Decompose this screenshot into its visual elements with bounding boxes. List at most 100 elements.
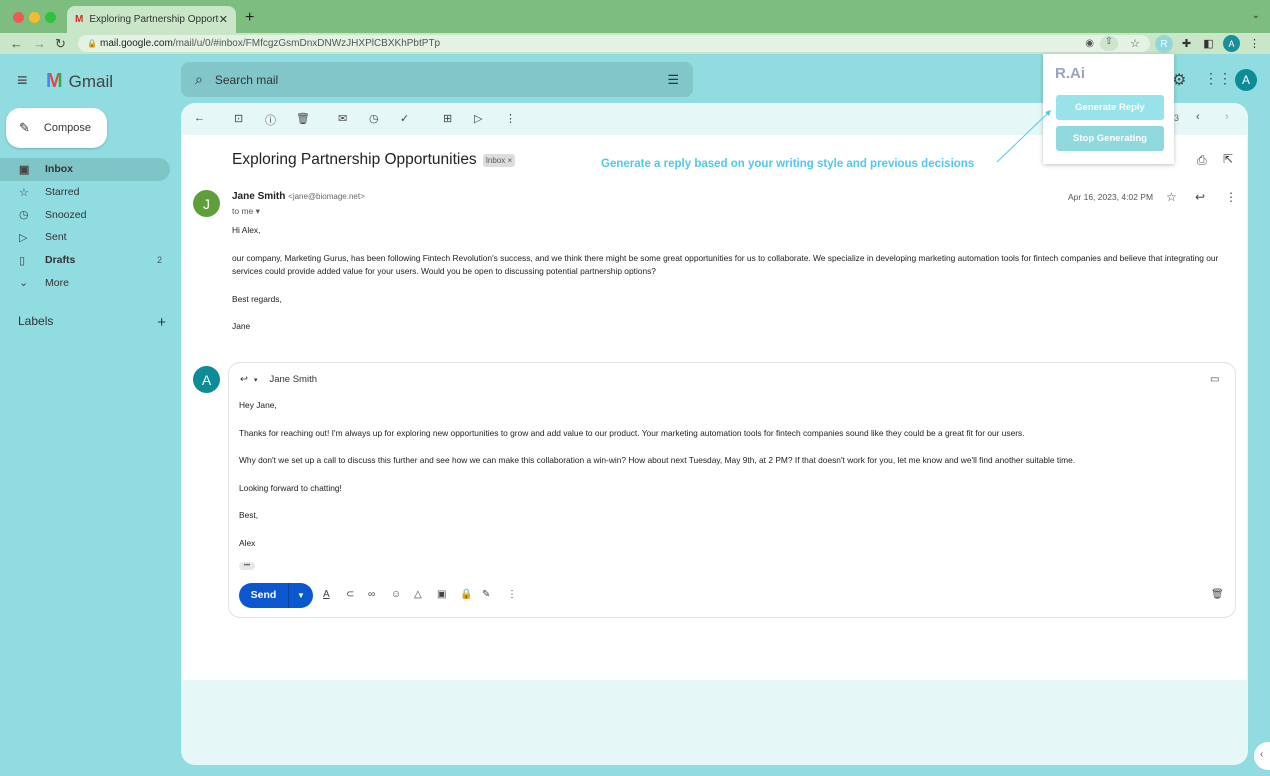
sidebar-item-inbox[interactable]: ▣ Inbox bbox=[0, 158, 170, 181]
tab-list-chevron-icon[interactable]: ⌄ bbox=[1252, 10, 1260, 21]
add-label-icon[interactable]: + bbox=[157, 314, 166, 331]
account-avatar[interactable]: A bbox=[1235, 69, 1257, 91]
reply-type-dropdown-icon[interactable]: ▾ bbox=[254, 376, 258, 385]
nav-label: Snoozed bbox=[45, 208, 87, 221]
recipient-details[interactable]: to me ▾ bbox=[232, 206, 260, 217]
body-paragraph: Hi Alex, bbox=[232, 225, 261, 235]
maximize-window-button[interactable] bbox=[45, 12, 56, 23]
eye-icon[interactable]: ◉ bbox=[1085, 38, 1094, 49]
insert-link-icon[interactable]: ∞ bbox=[368, 589, 375, 600]
nav-label: Drafts bbox=[45, 254, 76, 267]
search-input[interactable]: Search mail bbox=[215, 73, 668, 87]
rai-extension-icon[interactable]: R bbox=[1155, 35, 1173, 53]
reply-recipient[interactable]: Jane Smith bbox=[269, 374, 317, 385]
extension-badge: R bbox=[1158, 38, 1170, 50]
send-icon: ▷ bbox=[19, 231, 28, 244]
sidebar-item-sent[interactable]: ▷ Sent bbox=[0, 226, 170, 249]
close-tab-icon[interactable]: ✕ bbox=[219, 13, 228, 26]
sender-name[interactable]: Jane Smith bbox=[232, 191, 285, 202]
browser-tab[interactable]: M Exploring Partnership Opportunities ✕ bbox=[67, 6, 236, 33]
close-window-button[interactable] bbox=[13, 12, 24, 23]
snooze-icon[interactable]: ◷ bbox=[369, 112, 379, 125]
inbox-label-badge[interactable]: Inbox × bbox=[482, 153, 516, 167]
print-icon[interactable]: ⎙ bbox=[1197, 153, 1207, 168]
forward-icon[interactable]: → bbox=[33, 36, 46, 51]
reply-paragraph: Looking forward to chatting! bbox=[239, 482, 342, 493]
show-side-panel-button[interactable]: ‹ bbox=[1254, 742, 1270, 770]
nav-label: Starred bbox=[45, 186, 80, 199]
sidebar-item-more[interactable]: ⌄ More bbox=[0, 271, 170, 294]
labels-heading: Labels bbox=[18, 314, 54, 328]
extensions-puzzle-icon[interactable]: ✚ bbox=[1178, 35, 1195, 52]
body-paragraph: Jane bbox=[232, 321, 251, 332]
reply-icon[interactable]: ↩ bbox=[1195, 190, 1205, 204]
sender-line: Jane Smith <jane@biomage.net> bbox=[232, 191, 365, 202]
reload-icon[interactable]: ↻ bbox=[55, 36, 66, 52]
mark-unread-icon[interactable]: ✉ bbox=[338, 112, 347, 125]
star-message-icon[interactable]: ☆ bbox=[1166, 190, 1177, 204]
share-icon[interactable]: ⇧ bbox=[1100, 36, 1118, 51]
report-spam-icon[interactable]: ⓘ bbox=[265, 112, 276, 128]
settings-gear-icon[interactable]: ⚙ bbox=[1172, 70, 1186, 90]
body-paragraph: our company, Marketing Gurus, has been f… bbox=[232, 252, 1219, 277]
send-options-dropdown-icon[interactable]: ▼ bbox=[289, 591, 313, 600]
subject-text: Exploring Partnership Opportunities bbox=[232, 151, 477, 168]
older-icon[interactable]: › bbox=[1225, 111, 1229, 123]
send-button[interactable]: Send bbox=[239, 583, 289, 608]
profile-avatar[interactable]: A bbox=[1223, 35, 1240, 52]
insert-drive-icon[interactable]: △ bbox=[414, 589, 422, 600]
minimize-window-button[interactable] bbox=[29, 12, 40, 23]
show-trimmed-content-button[interactable]: ••• bbox=[239, 562, 255, 570]
reply-body[interactable]: Hey Jane, Thanks for reaching out! I'm a… bbox=[239, 399, 1219, 551]
reply-type-icon[interactable]: ↩ bbox=[240, 374, 248, 385]
nav-label: Inbox bbox=[45, 163, 73, 176]
insert-emoji-icon[interactable]: ☺ bbox=[391, 589, 401, 600]
stop-generating-button[interactable]: Stop Generating bbox=[1056, 126, 1164, 151]
search-icon[interactable]: ⌕ bbox=[195, 71, 203, 88]
delete-icon[interactable]: 🗑 bbox=[296, 112, 310, 125]
attach-file-icon[interactable]: ⊂ bbox=[346, 589, 354, 600]
sender-email: <jane@biomage.net> bbox=[288, 192, 365, 201]
discard-draft-icon[interactable]: 🗑 bbox=[1211, 589, 1224, 600]
message-more-icon[interactable]: ⋮ bbox=[1225, 190, 1237, 204]
confidential-mode-icon[interactable]: 🔒 bbox=[460, 589, 472, 600]
annotation-arrow bbox=[996, 110, 1051, 163]
gmail-m-icon: M bbox=[46, 70, 63, 92]
main-menu-icon[interactable]: ≡ bbox=[17, 70, 28, 91]
back-icon[interactable]: ← bbox=[10, 36, 23, 51]
back-to-inbox-icon[interactable]: ← bbox=[194, 112, 205, 124]
reply-avatar: A bbox=[193, 366, 220, 393]
formatting-options-icon[interactable]: A bbox=[323, 589, 330, 600]
search-options-icon[interactable]: ☰ bbox=[667, 72, 679, 88]
newer-icon[interactable]: ‹ bbox=[1196, 111, 1200, 123]
sidebar-item-drafts[interactable]: ▯ Drafts 2 bbox=[0, 249, 170, 272]
search-bar[interactable]: ⌕ Search mail ☰ bbox=[181, 62, 693, 97]
new-tab-button[interactable]: + bbox=[245, 9, 254, 27]
generate-reply-button[interactable]: Generate Reply bbox=[1056, 95, 1164, 120]
pop-out-icon[interactable]: ▭ bbox=[1210, 374, 1219, 385]
url-field[interactable]: 🔒 mail.google.com/mail/u/0/#inbox/FMfcgz… bbox=[78, 35, 1150, 52]
more-options-icon[interactable]: ⋮ bbox=[505, 112, 516, 125]
gmail-logo[interactable]: M Gmail bbox=[46, 70, 113, 93]
browser-menu-icon[interactable]: ⋮ bbox=[1246, 35, 1263, 52]
email-body: Hi Alex, our company, Marketing Gurus, h… bbox=[232, 224, 1222, 334]
more-compose-options-icon[interactable]: ⋮ bbox=[507, 589, 517, 600]
rai-extension-popup: R.Ai Generate Reply Stop Generating bbox=[1043, 54, 1174, 164]
move-to-icon[interactable]: ⊞ bbox=[443, 112, 452, 125]
details-dropdown-icon[interactable]: ▾ bbox=[256, 206, 260, 216]
inbox-icon: ▣ bbox=[19, 163, 30, 176]
browser-tab-bar: M Exploring Partnership Opportunities ✕ … bbox=[0, 0, 1270, 33]
sidebar-item-starred[interactable]: ☆ Starred bbox=[0, 181, 170, 204]
to-line: to me bbox=[232, 206, 254, 216]
side-panel-icon[interactable]: ◧ bbox=[1200, 35, 1217, 52]
apps-grid-icon[interactable]: ⋮⋮ bbox=[1204, 70, 1232, 87]
insert-signature-icon[interactable]: ✎ bbox=[482, 589, 490, 600]
label-icon[interactable]: ▷ bbox=[474, 112, 482, 125]
compose-button[interactable]: ✎ Compose bbox=[6, 108, 107, 148]
sidebar-item-snoozed[interactable]: ◷ Snoozed bbox=[0, 203, 170, 226]
insert-photo-icon[interactable]: ▣ bbox=[437, 589, 446, 600]
add-task-icon[interactable]: ✓ bbox=[400, 112, 409, 125]
open-new-window-icon[interactable]: ⇱ bbox=[1223, 152, 1233, 166]
bookmark-star-icon[interactable]: ☆ bbox=[1130, 37, 1140, 50]
archive-icon[interactable]: ⊡ bbox=[234, 112, 243, 125]
